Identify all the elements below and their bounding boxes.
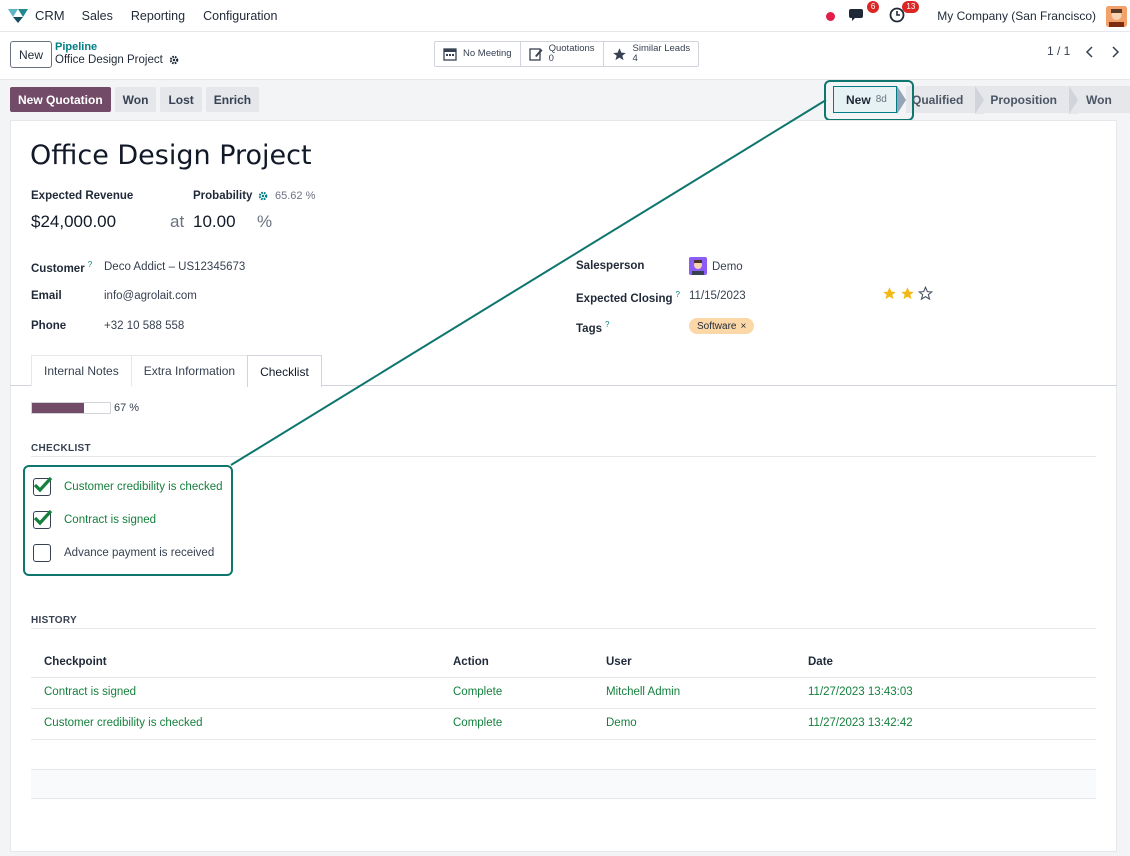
empty-table-row	[31, 769, 1096, 799]
history-divider	[31, 628, 1096, 629]
history-date[interactable]: 11/27/2023 13:43:03	[808, 686, 913, 698]
history-checkpoint[interactable]: Customer credibility is checked	[44, 717, 203, 729]
history-user[interactable]: Demo	[606, 717, 637, 729]
table-row-divider	[31, 739, 1096, 740]
table-row-divider	[31, 677, 1096, 678]
history-user[interactable]: Mitchell Admin	[606, 686, 680, 698]
col-date[interactable]: Date	[808, 656, 833, 668]
history-heading: HISTORY	[31, 615, 77, 626]
history-action[interactable]: Complete	[453, 686, 502, 698]
history-date[interactable]: 11/27/2023 13:42:42	[808, 717, 913, 729]
col-action[interactable]: Action	[453, 656, 489, 668]
history-action[interactable]: Complete	[453, 717, 502, 729]
history-checkpoint[interactable]: Contract is signed	[44, 686, 136, 698]
table-row-divider	[31, 708, 1096, 709]
col-user[interactable]: User	[606, 656, 632, 668]
col-checkpoint[interactable]: Checkpoint	[44, 656, 107, 668]
